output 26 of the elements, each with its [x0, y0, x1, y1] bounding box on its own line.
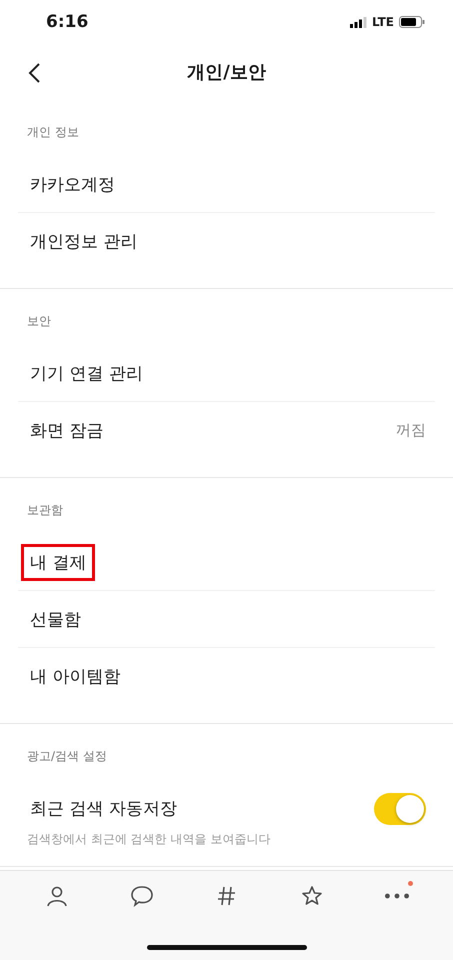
setting-description: 검색창에서 최근에 검색한 내역을 보여줍니다	[27, 831, 272, 848]
menu-item[interactable]: 카카오계정	[21, 166, 124, 202]
menu-item[interactable]: 최근 검색 자동저장	[21, 790, 186, 827]
section-header: 개인 정보	[26, 124, 80, 141]
network-label: LTE	[372, 15, 394, 29]
menu-item[interactable]: 기기 연결 관리	[21, 354, 152, 392]
speech-bubble-icon	[130, 884, 154, 908]
page-title: 개인/보안	[187, 61, 266, 84]
section-header: 광고/검색 설정	[26, 748, 108, 765]
setting-value: 꺼짐	[396, 421, 426, 440]
menu-item[interactable]: 화면 잠금	[21, 412, 112, 449]
toggle-switch[interactable]	[374, 792, 426, 824]
more-icon	[384, 893, 408, 899]
back-icon[interactable]	[27, 63, 41, 83]
menu-item[interactable]: 선물함	[21, 600, 90, 638]
section-header: 보안	[26, 313, 52, 330]
tab-button[interactable]	[128, 883, 154, 909]
person-icon	[44, 884, 68, 908]
menu-item[interactable]: 개인정보 관리	[21, 223, 146, 260]
section-header: 보관함	[26, 502, 64, 519]
battery-icon	[399, 16, 425, 28]
signal-icon	[350, 16, 367, 28]
star-icon	[300, 884, 324, 908]
status-time: 6:16	[46, 12, 88, 32]
menu-item[interactable]: 내 결제	[21, 544, 96, 580]
menu-item[interactable]: 내 아이템함	[21, 658, 130, 695]
